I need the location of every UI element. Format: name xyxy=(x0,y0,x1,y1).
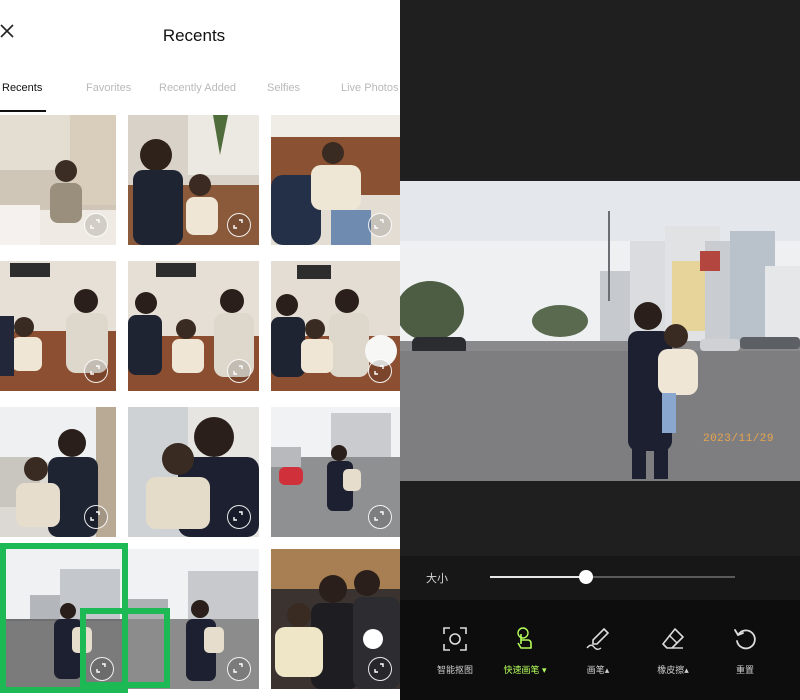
brush-button[interactable]: 画笔▴ xyxy=(563,620,633,680)
photo-thumbnail[interactable] xyxy=(128,115,259,245)
tap-hand-icon xyxy=(490,626,560,657)
photo-thumbnail[interactable] xyxy=(271,407,400,537)
tab-favorites[interactable]: Favorites xyxy=(86,82,131,94)
size-slider-fill xyxy=(490,576,586,578)
expand-icon[interactable] xyxy=(227,657,251,681)
size-slider-knob[interactable] xyxy=(578,570,593,584)
size-slider[interactable] xyxy=(490,570,735,584)
photo-thumbnail[interactable] xyxy=(0,115,116,245)
expand-icon[interactable] xyxy=(227,359,251,383)
photo-thumbnail[interactable] xyxy=(128,549,259,689)
expand-icon[interactable] xyxy=(84,359,108,383)
edit-canvas[interactable]: 2023/11/29 xyxy=(400,181,800,481)
expand-icon[interactable] xyxy=(368,657,392,681)
expand-icon[interactable] xyxy=(368,505,392,529)
expand-icon[interactable] xyxy=(368,213,392,237)
expand-icon[interactable] xyxy=(84,213,108,237)
picker-header: Recents xyxy=(0,0,400,70)
reset-button[interactable]: 重置 xyxy=(710,620,780,680)
quick-brush-button[interactable]: 快速画笔 ▾ xyxy=(490,620,560,680)
tab-recents[interactable]: Recents xyxy=(2,82,42,94)
expand-icon[interactable] xyxy=(227,505,251,529)
eraser-button[interactable]: 橡皮擦▴ xyxy=(638,620,708,680)
tool-label: 橡皮擦▴ xyxy=(657,665,689,675)
size-label: 大小 xyxy=(426,573,448,585)
brush-size-row: 大小 xyxy=(400,556,800,600)
photo-thumbnail[interactable] xyxy=(128,261,259,391)
edit-toolbar: 智能抠图 快速画笔 ▾ 画笔▴ 橡皮擦▴ 重置 xyxy=(400,600,800,700)
tool-label-text: 画笔 xyxy=(586,665,605,675)
brush-icon xyxy=(563,626,633,657)
tool-label: 快速画笔 ▾ xyxy=(503,665,547,675)
smart-cutout-button[interactable]: 智能抠图 xyxy=(420,620,490,680)
reset-icon xyxy=(710,626,780,657)
tab-live-photos[interactable]: Live Photos xyxy=(341,82,398,94)
tab-selfies[interactable]: Selfies xyxy=(267,82,300,94)
expand-icon[interactable] xyxy=(84,505,108,529)
album-tabs: Recents Favorites Recently Added Selfies… xyxy=(0,82,400,114)
smart-cutout-icon xyxy=(420,626,490,657)
tool-label: 画笔▴ xyxy=(586,665,610,675)
tool-label-text: 橡皮擦 xyxy=(657,665,685,675)
page-title: Recents xyxy=(162,26,226,45)
photo-thumbnail-selected[interactable] xyxy=(0,549,122,689)
photo-thumbnail[interactable] xyxy=(0,407,116,537)
date-stamp: 2023/11/29 xyxy=(702,433,774,445)
photo-thumbnail[interactable] xyxy=(0,261,116,391)
tab-recently-added[interactable]: Recently Added xyxy=(159,82,236,94)
photo-thumbnail[interactable] xyxy=(271,115,400,245)
photo-thumbnail[interactable] xyxy=(271,549,400,689)
expand-icon[interactable] xyxy=(227,213,251,237)
photo-picker-panel: Recents Recents Favorites Recently Added… xyxy=(0,0,400,700)
photo-thumbnail[interactable] xyxy=(128,407,259,537)
active-tab-indicator xyxy=(0,110,46,112)
expand-icon[interactable] xyxy=(368,359,392,383)
eraser-icon xyxy=(638,626,708,657)
tool-label: 智能抠图 xyxy=(436,665,473,675)
tool-label-text: 快速画笔 xyxy=(503,665,540,675)
photo-thumbnail[interactable] xyxy=(271,261,400,391)
expand-icon[interactable] xyxy=(90,657,114,681)
photo-editor-panel: 2023/11/29 大小 智能抠图 快速画笔 ▾ 画笔▴ 橡皮擦▴ 重置 xyxy=(400,0,800,700)
tool-label: 重置 xyxy=(735,665,754,675)
